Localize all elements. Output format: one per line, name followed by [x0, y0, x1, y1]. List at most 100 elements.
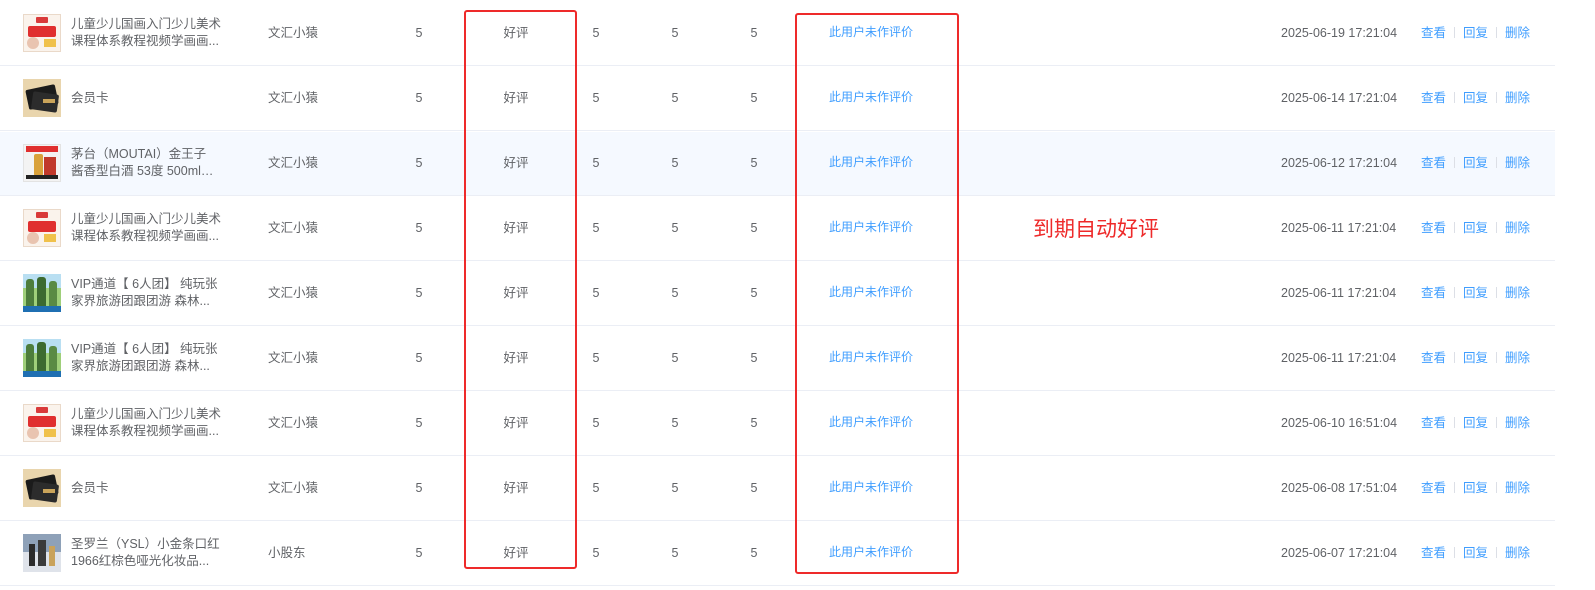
logistics-score: 5 [750, 351, 758, 365]
service-score: 5 [671, 351, 679, 365]
product-thumbnail[interactable] [23, 339, 61, 377]
reply-link[interactable]: 回复 [1463, 91, 1488, 105]
description-score: 5 [592, 481, 600, 495]
service-score: 5 [671, 546, 679, 560]
action-divider [1496, 157, 1498, 168]
logistics-score: 5 [750, 481, 758, 495]
action-divider [1454, 352, 1456, 363]
action-divider [1454, 222, 1456, 233]
reviewer-name: 小股东 [268, 546, 306, 560]
product-score: 5 [415, 286, 423, 300]
review-time: 2025-06-07 17:21:04 [1281, 546, 1398, 560]
delete-link[interactable]: 删除 [1505, 546, 1530, 560]
view-link[interactable]: 查看 [1421, 416, 1446, 430]
view-link[interactable]: 查看 [1421, 156, 1446, 170]
logistics-score: 5 [750, 221, 758, 235]
description-score: 5 [592, 91, 600, 105]
delete-link[interactable]: 删除 [1505, 286, 1530, 300]
service-score: 5 [671, 91, 679, 105]
logistics-score: 5 [750, 286, 758, 300]
table-row: VIP通道【 6人团】 纯玩张家界旅游团跟团游 森林... 文汇小猿 5 好评 5 5 5 此… [0, 327, 1555, 391]
action-divider [1496, 92, 1498, 103]
product-score: 5 [415, 221, 423, 235]
delete-link[interactable]: 删除 [1505, 156, 1530, 170]
review-time: 2025-06-14 17:21:04 [1281, 91, 1398, 105]
product-thumbnail[interactable] [23, 274, 61, 312]
service-score: 5 [671, 221, 679, 235]
reply-link[interactable]: 回复 [1463, 156, 1488, 170]
reply-link[interactable]: 回复 [1463, 286, 1488, 300]
view-link[interactable]: 查看 [1421, 546, 1446, 560]
product-name[interactable]: 儿童少儿国画入门少儿美术课程体系教程视频学画画... [71, 211, 221, 245]
product-thumbnail[interactable] [23, 14, 61, 52]
description-score: 5 [592, 156, 600, 170]
product-name[interactable]: 儿童少儿国画入门少儿美术课程体系教程视频学画画... [71, 406, 221, 440]
action-divider [1496, 547, 1498, 558]
review-time: 2025-06-19 17:21:04 [1281, 26, 1398, 40]
action-divider [1454, 27, 1456, 38]
product-thumbnail[interactable] [23, 404, 61, 442]
product-name[interactable]: VIP通道【 6人团】 纯玩张家界旅游团跟团游 森林... [71, 276, 221, 310]
product-thumbnail[interactable] [23, 79, 61, 117]
action-divider [1496, 482, 1498, 493]
table-row: VIP通道【 6人团】 纯玩张家界旅游团跟团游 森林... 文汇小猿 5 好评 5 5 5 此… [0, 262, 1555, 326]
comment-column-highlight-box [795, 13, 959, 574]
view-link[interactable]: 查看 [1421, 351, 1446, 365]
delete-link[interactable]: 删除 [1505, 416, 1530, 430]
reviewer-name: 文汇小猿 [268, 351, 319, 365]
action-divider [1496, 27, 1498, 38]
action-divider [1496, 417, 1498, 428]
reply-link[interactable]: 回复 [1463, 26, 1488, 40]
delete-link[interactable]: 删除 [1505, 221, 1530, 235]
row-actions: 查看 回复 删除 [1421, 350, 1530, 367]
logistics-score: 5 [750, 156, 758, 170]
delete-link[interactable]: 删除 [1505, 481, 1530, 495]
row-actions: 查看 回复 删除 [1421, 25, 1530, 42]
delete-link[interactable]: 删除 [1505, 26, 1530, 40]
auto-good-review-annotation: 到期自动好评 [1033, 217, 1159, 241]
reviewer-name: 文汇小猿 [268, 91, 319, 105]
action-divider [1454, 157, 1456, 168]
row-actions: 查看 回复 删除 [1421, 90, 1530, 107]
logistics-score: 5 [750, 26, 758, 40]
logistics-score: 5 [750, 546, 758, 560]
reply-link[interactable]: 回复 [1463, 481, 1488, 495]
reply-link[interactable]: 回复 [1463, 416, 1488, 430]
reply-link[interactable]: 回复 [1463, 546, 1488, 560]
description-score: 5 [592, 416, 600, 430]
row-actions: 查看 回复 删除 [1421, 155, 1530, 172]
product-name[interactable]: 会员卡 [71, 90, 221, 107]
product-score: 5 [415, 481, 423, 495]
product-score: 5 [415, 416, 423, 430]
view-link[interactable]: 查看 [1421, 481, 1446, 495]
service-score: 5 [671, 156, 679, 170]
product-thumbnail[interactable] [23, 144, 61, 182]
product-score: 5 [415, 26, 423, 40]
delete-link[interactable]: 删除 [1505, 91, 1530, 105]
reviewer-name: 文汇小猿 [268, 26, 319, 40]
description-score: 5 [592, 26, 600, 40]
action-divider [1496, 352, 1498, 363]
product-name[interactable]: 圣罗兰（YSL）小金条口红 1966红棕色哑光化妆品... [71, 536, 221, 570]
product-name[interactable]: 儿童少儿国画入门少儿美术课程体系教程视频学画画... [71, 16, 221, 50]
reply-link[interactable]: 回复 [1463, 221, 1488, 235]
product-name[interactable]: VIP通道【 6人团】 纯玩张家界旅游团跟团游 森林... [71, 341, 221, 375]
view-link[interactable]: 查看 [1421, 286, 1446, 300]
reviewer-name: 文汇小猿 [268, 156, 319, 170]
product-thumbnail[interactable] [23, 534, 61, 572]
service-score: 5 [671, 286, 679, 300]
product-thumbnail[interactable] [23, 209, 61, 247]
review-management-page: 儿童少儿国画入门少儿美术课程体系教程视频学画画... 文汇小猿 5 好评 5 5 5 此用户未… [0, 0, 1595, 590]
view-link[interactable]: 查看 [1421, 221, 1446, 235]
view-link[interactable]: 查看 [1421, 91, 1446, 105]
product-thumbnail[interactable] [23, 469, 61, 507]
product-score: 5 [415, 351, 423, 365]
table-row: 儿童少儿国画入门少儿美术课程体系教程视频学画画... 文汇小猿 5 好评 5 5 5 此用户未… [0, 2, 1555, 66]
review-time: 2025-06-12 17:21:04 [1281, 156, 1398, 170]
reply-link[interactable]: 回复 [1463, 351, 1488, 365]
product-name[interactable]: 茅台（MOUTAI）金王子 酱香型白酒 53度 500ml 单... [71, 146, 221, 180]
delete-link[interactable]: 删除 [1505, 351, 1530, 365]
view-link[interactable]: 查看 [1421, 26, 1446, 40]
product-name[interactable]: 会员卡 [71, 480, 221, 497]
table-row: 儿童少儿国画入门少儿美术课程体系教程视频学画画... 文汇小猿 5 好评 5 5 5 此用户未… [0, 392, 1555, 456]
